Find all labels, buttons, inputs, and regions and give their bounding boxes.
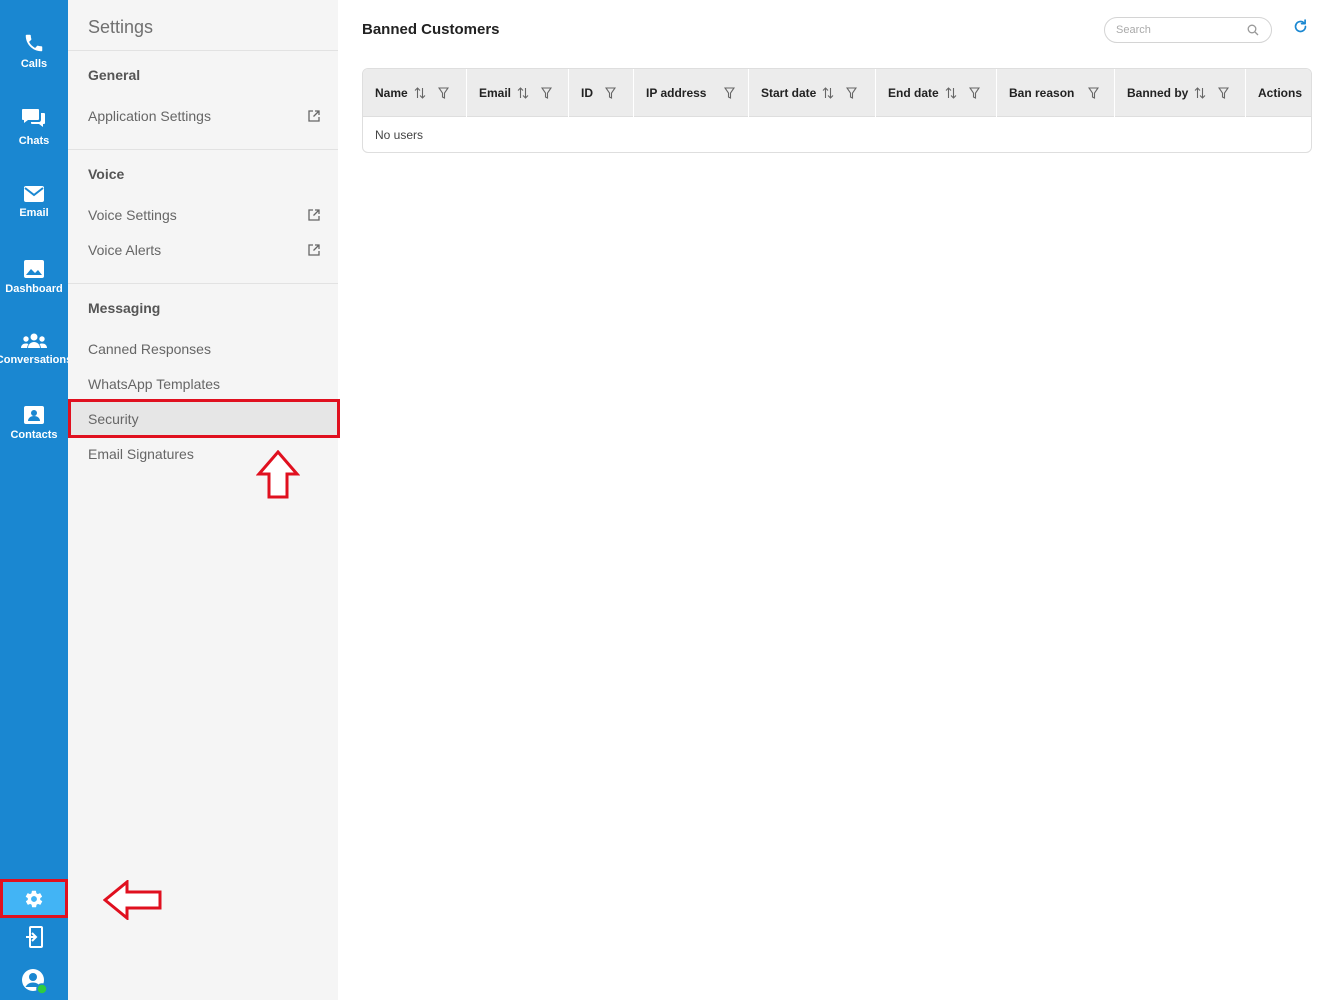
logout-button[interactable] bbox=[0, 924, 68, 950]
filter-icon[interactable] bbox=[1088, 87, 1100, 99]
column-header-ban-reason[interactable]: Ban reason bbox=[997, 69, 1115, 117]
logout-icon bbox=[26, 926, 43, 948]
menu-whatsapp-templates[interactable]: WhatsApp Templates bbox=[88, 376, 320, 392]
settings-panel: Settings General Application Settings Vo… bbox=[68, 0, 338, 1000]
external-link-icon bbox=[308, 209, 320, 221]
nav-contacts[interactable]: Contacts bbox=[0, 405, 68, 441]
sort-icon[interactable] bbox=[517, 87, 529, 99]
column-header-email[interactable]: Email bbox=[467, 69, 569, 117]
column-header-banned-by[interactable]: Banned by bbox=[1115, 69, 1246, 117]
app-window: Calls Chats Email Dashboard Conversation… bbox=[0, 0, 1333, 1000]
nav-dashboard[interactable]: Dashboard bbox=[0, 259, 68, 295]
filter-icon[interactable] bbox=[846, 87, 858, 99]
nav-rail: Calls Chats Email Dashboard Conversation… bbox=[0, 0, 72, 1000]
nav-email-label: Email bbox=[19, 207, 49, 219]
table-header: Name Email ID IP address Start date End … bbox=[363, 69, 1311, 117]
nav-chats[interactable]: Chats bbox=[0, 107, 68, 147]
divider bbox=[68, 283, 338, 284]
column-header-actions: Actions bbox=[1246, 69, 1311, 117]
user-profile-button[interactable] bbox=[0, 966, 68, 996]
sort-icon[interactable] bbox=[1194, 87, 1206, 99]
empty-table-message: No users bbox=[375, 128, 424, 142]
filter-icon[interactable] bbox=[968, 87, 980, 99]
menu-item-label: Email Signatures bbox=[88, 446, 194, 462]
settings-annotation-box bbox=[0, 879, 68, 918]
menu-item-label: WhatsApp Templates bbox=[88, 376, 221, 392]
nav-calls-label: Calls bbox=[20, 58, 48, 70]
column-header-end-date[interactable]: End date bbox=[876, 69, 997, 117]
filter-icon[interactable] bbox=[437, 87, 449, 99]
column-label: IP address bbox=[646, 86, 707, 100]
sort-icon[interactable] bbox=[822, 87, 834, 99]
divider bbox=[68, 149, 338, 150]
nav-calls[interactable]: Calls bbox=[0, 32, 68, 70]
column-label: Name bbox=[375, 86, 408, 100]
column-label: Ban reason bbox=[1009, 86, 1075, 100]
annotation-arrow-up-icon bbox=[256, 450, 300, 499]
phone-icon bbox=[25, 34, 43, 52]
section-voice-heading: Voice bbox=[88, 166, 125, 182]
menu-item-label: Application Settings bbox=[88, 108, 211, 124]
menu-item-label: Voice Settings bbox=[88, 207, 177, 223]
column-label: Email bbox=[479, 86, 512, 100]
nav-conversations[interactable]: Conversations bbox=[0, 332, 72, 366]
sort-icon[interactable] bbox=[945, 87, 957, 99]
contact-card-icon bbox=[24, 406, 44, 424]
column-label: Start date bbox=[761, 86, 817, 100]
menu-item-label: Canned Responses bbox=[88, 341, 211, 357]
column-header-id[interactable]: ID bbox=[569, 69, 634, 117]
filter-icon[interactable] bbox=[724, 87, 736, 99]
column-header-start-date[interactable]: Start date bbox=[749, 69, 876, 117]
nav-dashboard-label: Dashboard bbox=[5, 283, 63, 295]
main-content: Banned Customers Name Email ID bbox=[338, 0, 1333, 1000]
menu-canned-responses[interactable]: Canned Responses bbox=[88, 341, 320, 357]
section-messaging-heading: Messaging bbox=[88, 300, 161, 316]
section-general-heading: General bbox=[88, 67, 141, 83]
nav-email[interactable]: Email bbox=[0, 185, 68, 219]
column-header-name[interactable]: Name bbox=[363, 69, 467, 117]
column-header-ip-address[interactable]: IP address bbox=[634, 69, 749, 117]
page-title: Banned Customers bbox=[362, 21, 500, 38]
security-annotation-box bbox=[68, 399, 340, 438]
nav-conversations-label: Conversations bbox=[0, 354, 73, 366]
divider bbox=[68, 50, 338, 51]
people-group-icon bbox=[21, 333, 47, 348]
menu-item-label: Voice Alerts bbox=[88, 242, 162, 258]
column-label: ID bbox=[581, 86, 593, 100]
search-icon[interactable] bbox=[1247, 24, 1259, 36]
column-label: Actions bbox=[1258, 86, 1303, 100]
nav-chats-label: Chats bbox=[18, 135, 50, 147]
envelope-icon bbox=[24, 186, 44, 202]
menu-application-settings[interactable]: Application Settings bbox=[88, 108, 320, 124]
annotation-arrow-left-icon bbox=[103, 880, 162, 920]
image-chart-icon bbox=[24, 260, 44, 278]
external-link-icon bbox=[308, 110, 320, 122]
column-label: Banned by bbox=[1127, 86, 1189, 100]
column-label: End date bbox=[888, 86, 939, 100]
chat-bubbles-icon bbox=[22, 109, 45, 127]
external-link-icon bbox=[308, 244, 320, 256]
settings-title: Settings bbox=[88, 17, 154, 37]
filter-icon[interactable] bbox=[541, 87, 553, 99]
filter-icon[interactable] bbox=[1218, 87, 1230, 99]
refresh-icon[interactable] bbox=[1292, 18, 1309, 35]
menu-voice-settings[interactable]: Voice Settings bbox=[88, 207, 320, 223]
nav-contacts-label: Contacts bbox=[10, 429, 58, 441]
filter-icon[interactable] bbox=[605, 87, 616, 99]
banned-customers-table: Name Email ID IP address Start date End … bbox=[362, 68, 1312, 153]
user-status-icon bbox=[22, 969, 48, 995]
menu-voice-alerts[interactable]: Voice Alerts bbox=[88, 242, 320, 258]
sort-icon[interactable] bbox=[414, 87, 426, 99]
